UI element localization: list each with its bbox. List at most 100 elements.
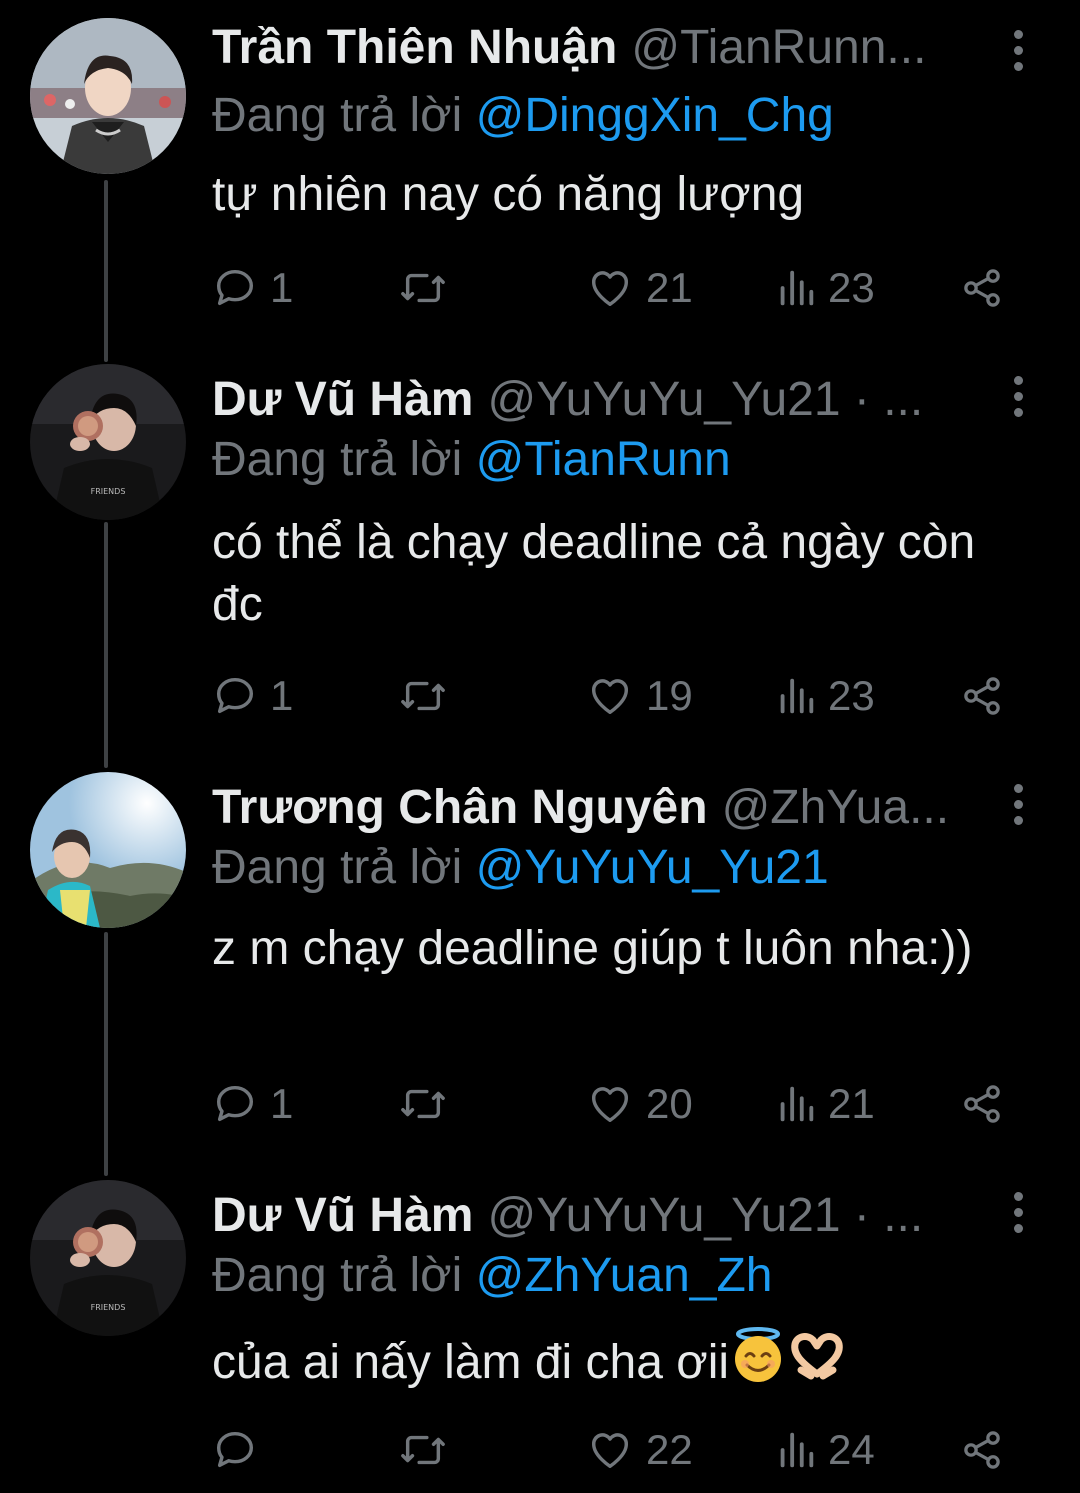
action-bar: 22 24 [212,1424,1012,1476]
view-count: 24 [828,1426,875,1473]
heart-icon [586,1427,634,1473]
user-handle[interactable]: @YuYuYu_Yu21 · ... [487,1188,923,1243]
svg-text:FRIENDS: FRIENDS [91,1303,126,1312]
views-button[interactable]: 23 [776,670,875,722]
user-handle[interactable]: @TianRunn... [631,20,926,75]
tweet-text: có thể là chạy deadline cả ngày còn đc [212,512,992,636]
tweet-text-content: có thể là chạy deadline cả ngày còn đc [212,516,976,631]
reply-button[interactable]: 1 [212,262,293,314]
more-vertical-icon[interactable] [1004,370,1032,422]
share-icon [960,1427,1004,1473]
action-bar: 1 21 23 [212,262,1012,314]
replying-to: Đang trả lời @YuYuYu_Yu21 [212,840,829,895]
more-vertical-icon[interactable] [1004,24,1032,76]
user-handle[interactable]: @YuYuYu_Yu21 · ... [487,372,923,427]
like-button[interactable]: 19 [586,670,693,722]
reply-bubble-icon [212,673,258,719]
heart-icon [586,1081,634,1127]
avatar[interactable]: FRIENDS [30,364,186,520]
reply-button[interactable]: 1 [212,1078,293,1130]
share-button[interactable] [960,1424,1004,1476]
action-bar: 1 20 21 [212,1078,1012,1130]
tweet-text: của ai nấy làm đi cha ơii [212,1326,992,1400]
reply-prefix: Đang trả lời [212,841,463,894]
reply-button[interactable]: 1 [212,670,293,722]
share-button[interactable] [960,670,1004,722]
display-name[interactable]: Dư Vũ Hàm [212,372,473,427]
retweet-icon [398,1427,448,1473]
svg-text:FRIENDS: FRIENDS [91,487,126,496]
retweet-button[interactable] [398,262,448,314]
tweet-item[interactable]: FRIENDS Dư Vũ Hàm @YuYuYu_Yu21 · ... Đan… [0,362,1080,770]
replying-to: Đang trả lời @TianRunn [212,432,731,487]
tweet-text: tự nhiên nay có năng lượng [212,164,992,226]
user-handle[interactable]: @ZhYua... [722,780,950,835]
tweet-item[interactable]: FRIENDS Dư Vũ Hàm @YuYuYu_Yu21 · ... Đan… [0,1178,1080,1493]
reply-button[interactable] [212,1424,270,1476]
views-chart-icon [776,265,816,311]
reply-count: 1 [270,1080,294,1127]
tweet-item[interactable]: Trần Thiên Nhuận @TianRunn... Đang trả l… [0,0,1080,360]
heart-icon [586,265,634,311]
view-count: 21 [828,1080,875,1127]
like-button[interactable]: 22 [586,1424,693,1476]
like-count: 19 [646,672,693,719]
reply-count: 1 [270,264,294,311]
tweet-text-content: z m chạy deadline giúp t luôn nha:)) [212,922,973,975]
display-name[interactable]: Trần Thiên Nhuận [212,20,617,75]
reply-bubble-icon [212,265,258,311]
tweet-text-content: tự nhiên nay có năng lượng [212,168,805,221]
action-bar: 1 19 23 [212,670,1012,722]
views-button[interactable]: 23 [776,262,875,314]
like-count: 20 [646,1080,693,1127]
heart-hands-icon [787,1326,847,1400]
tweet-text-content: của ai nấy làm đi cha ơii [212,1336,730,1389]
share-icon [960,1081,1004,1127]
share-button[interactable] [960,1078,1004,1130]
mention-link[interactable]: @ZhYuan_Zh [476,1249,773,1302]
more-vertical-icon[interactable] [1004,778,1032,830]
avatar[interactable] [30,18,186,174]
like-count: 22 [646,1426,693,1473]
reply-thread: Trần Thiên Nhuận @TianRunn... Đang trả l… [0,0,1080,1493]
reply-bubble-icon [212,1427,258,1473]
smiling-face-with-halo-icon [729,1326,787,1400]
mention-link[interactable]: @TianRunn [476,433,731,486]
retweet-icon [398,673,448,719]
retweet-button[interactable] [398,670,448,722]
avatar[interactable]: FRIENDS [30,1180,186,1336]
view-count: 23 [828,672,875,719]
reply-bubble-icon [212,1081,258,1127]
share-icon [960,673,1004,719]
reply-prefix: Đang trả lời [212,1249,463,1302]
reply-prefix: Đang trả lời [212,433,463,486]
replying-to: Đang trả lời @ZhYuan_Zh [212,1248,773,1303]
more-vertical-icon[interactable] [1004,1186,1032,1238]
display-name[interactable]: Dư Vũ Hàm [212,1188,473,1243]
display-name[interactable]: Trương Chân Nguyên [212,780,708,835]
reply-count: 1 [270,672,294,719]
views-button[interactable]: 21 [776,1078,875,1130]
avatar[interactable] [30,772,186,928]
tweet-text: z m chạy deadline giúp t luôn nha:)) [212,918,992,980]
retweet-button[interactable] [398,1424,448,1476]
replying-to: Đang trả lời @DinggXin_Chg [212,88,834,143]
share-button[interactable] [960,262,1004,314]
like-button[interactable]: 20 [586,1078,693,1130]
retweet-button[interactable] [398,1078,448,1130]
like-count: 21 [646,264,693,311]
view-count: 23 [828,264,875,311]
retweet-icon [398,1081,448,1127]
share-icon [960,265,1004,311]
like-button[interactable]: 21 [586,262,693,314]
views-chart-icon [776,673,816,719]
views-chart-icon [776,1081,816,1127]
reply-prefix: Đang trả lời [212,89,463,142]
views-chart-icon [776,1427,816,1473]
tweet-item[interactable]: Trương Chân Nguyên @ZhYua... Đang trả lờ… [0,770,1080,1178]
mention-link[interactable]: @DinggXin_Chg [476,89,834,142]
mention-link[interactable]: @YuYuYu_Yu21 [476,841,829,894]
heart-icon [586,673,634,719]
views-button[interactable]: 24 [776,1424,875,1476]
retweet-icon [398,265,448,311]
